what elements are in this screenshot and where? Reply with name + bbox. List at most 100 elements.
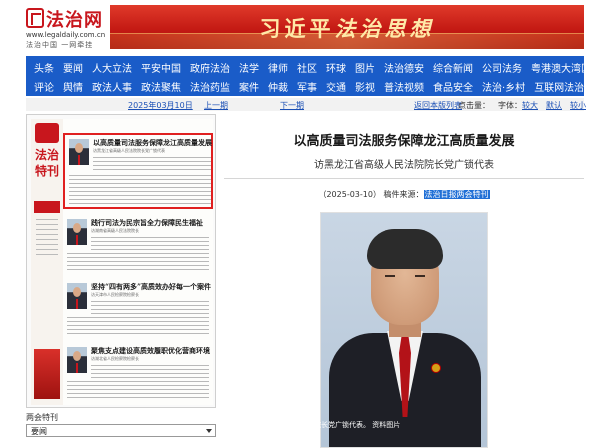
story-text-4b <box>67 381 209 401</box>
photo-caption: 图为黑龙江省高级人民法院院长党广锁代表。 资料图片 <box>230 421 401 429</box>
nav-item-tupian[interactable]: 图片 <box>355 60 375 75</box>
nav-item-yuqing[interactable]: 舆情 <box>63 79 83 94</box>
story-photo-3 <box>67 283 87 309</box>
paper-story-4[interactable]: 聚焦支点建设高质效履职优化营商环境 访湖北省人民检察院检察长 <box>63 343 213 403</box>
article-title: 以高质量司法服务保障龙江高质量发展 <box>293 134 515 149</box>
clicks-label: 点击量： <box>458 101 490 110</box>
nav-row-1: 头条 要闻 人大立法 平安中国 政府法治 法学 律师 社区 环球 图片 法治德安… <box>26 57 591 77</box>
story-photo-2 <box>67 219 87 245</box>
article-source[interactable]: 法治日报两会特刊 <box>423 190 490 199</box>
story-text-1b <box>69 175 211 207</box>
masthead-text-lines <box>36 219 58 259</box>
nav-item-gongsi[interactable]: 公司法务 <box>482 60 522 75</box>
article-subtitle: 访黑龙江省高级人民法院院长党广锁代表 <box>314 160 494 171</box>
nav-item-junshi[interactable]: 军事 <box>297 79 317 94</box>
masthead-bottom-decoration <box>34 349 60 399</box>
chevron-down-icon <box>206 429 212 433</box>
font-size-label: 字体： <box>498 101 522 110</box>
next-issue-link[interactable]: 下一期 <box>280 100 304 111</box>
nav-item-yingshi[interactable]: 影视 <box>355 79 375 94</box>
nav-item-jujiao[interactable]: 政法聚焦 <box>141 79 181 94</box>
nav-row-2: 评论 舆情 政法人事 政法聚焦 法治药监 案件 仲裁 军事 交通 影视 普法视频… <box>26 76 584 96</box>
nav-item-faxue[interactable]: 法学 <box>239 60 259 75</box>
nav-item-shequ[interactable]: 社区 <box>297 60 317 75</box>
paper-story-3[interactable]: 坚持“四有两多”高质效办好每一个案件 访天津市人民检察院检察长 <box>63 279 213 339</box>
site-header: 法治网 www.legaldaily.com.cn 法治中国 一网牵挂 习近平法… <box>26 0 584 52</box>
nav-item-toutiao[interactable]: 头条 <box>34 60 54 75</box>
nav-item-anjian[interactable]: 案件 <box>239 79 259 94</box>
section-label: 两会特刊 <box>26 413 58 422</box>
masthead-strip: 法治特刊 <box>31 119 63 405</box>
story-sub-1: 访黑龙江省高级人民法院院长党广锁代表 <box>93 148 165 153</box>
article-source-label: 稿件来源： <box>383 190 424 199</box>
back-to-list-link[interactable]: 返回本版列表 <box>414 100 462 111</box>
photo-hair <box>367 229 443 269</box>
story-title-4: 聚焦支点建设高质效履职优化营商环境 <box>91 346 210 355</box>
logo-slogan: 法治中国 一网牵挂 <box>26 41 94 49</box>
nav-item-dawanqu[interactable]: 粤港澳大湾区 <box>531 60 591 75</box>
masthead-logo-icon <box>35 123 59 143</box>
newspaper-page-preview: 法治特刊 以高质量司法服务保障龙江高质量发展 访黑龙江省高级人民法院院长党广锁代… <box>26 114 216 408</box>
logo-url: www.legaldaily.com.cn <box>26 31 106 39</box>
article: 以高质量司法服务保障龙江高质量发展 访黑龙江省高级人民法院院长党广锁代表 （20… <box>224 114 584 448</box>
header-banner[interactable]: 习近平法治思想 <box>110 5 584 49</box>
paper-story-2[interactable]: 践行司法为民宗旨全力保障民生福祉 访湖南省高级人民法院院长 <box>63 215 213 275</box>
font-default-link[interactable]: 默认 <box>546 100 562 111</box>
story-text-3b <box>67 317 209 337</box>
main-nav: 头条 要闻 人大立法 平安中国 政府法治 法学 律师 社区 环球 图片 法治德安… <box>26 56 591 96</box>
story-text-4a <box>91 365 209 379</box>
nav-item-zhengfu[interactable]: 政府法治 <box>190 60 230 75</box>
site-logo[interactable]: 法治网 www.legaldaily.com.cn 法治中国 一网牵挂 <box>26 6 106 50</box>
banner-title-a: 习近平 <box>259 16 335 41</box>
page-select[interactable]: 要闻 <box>26 424 216 437</box>
story-title-1: 以高质量司法服务保障龙江高质量发展 <box>93 138 212 147</box>
nav-item-pingan[interactable]: 平安中国 <box>141 60 181 75</box>
nav-item-lvshi[interactable]: 律师 <box>268 60 288 75</box>
logo-title: 法治网 <box>46 10 103 31</box>
article-meta: （2025-03-10） 稿件来源：法治日报两会特刊 <box>224 189 584 200</box>
nav-item-dean[interactable]: 法治德安 <box>384 60 424 75</box>
nav-item-xiangcun[interactable]: 法治·乡村 <box>482 79 525 94</box>
prev-issue-link[interactable]: 上一期 <box>204 100 228 111</box>
story-sub-4: 访湖北省人民检察院检察长 <box>91 356 139 361</box>
banner-title: 习近平法治思想 <box>110 13 584 43</box>
story-title-2: 践行司法为民宗旨全力保障民生福祉 <box>91 218 203 227</box>
nav-item-renda[interactable]: 人大立法 <box>92 60 132 75</box>
article-date: （2025-03-10） <box>318 190 381 199</box>
page-select-value: 要闻 <box>31 427 47 436</box>
story-sub-3: 访天津市人民检察院检察长 <box>91 292 139 297</box>
story-photo-1 <box>69 139 89 165</box>
font-large-link[interactable]: 较大 <box>522 100 538 111</box>
font-small-link[interactable]: 较小 <box>570 100 586 111</box>
photo-eye-right <box>415 275 425 277</box>
story-title-3: 坚持“四有两多”高质效办好每一个案件 <box>91 282 211 291</box>
logo-mark-icon <box>26 8 44 28</box>
nav-item-jiaotong[interactable]: 交通 <box>326 79 346 94</box>
banner-title-b: 法治思想 <box>334 16 435 41</box>
newspaper-page: 法治特刊 以高质量司法服务保障龙江高质量发展 访黑龙江省高级人民法院院长党广锁代… <box>31 119 213 405</box>
photo-badge-icon <box>431 363 441 373</box>
issue-date[interactable]: 2025年03月10日 <box>128 100 193 111</box>
nav-item-zhongcai[interactable]: 仲裁 <box>268 79 288 94</box>
nav-item-yaojian[interactable]: 法治药监 <box>190 79 230 94</box>
nav-item-renshi[interactable]: 政法人事 <box>92 79 132 94</box>
nav-item-zonghe[interactable]: 综合新闻 <box>433 60 473 75</box>
nav-item-hulianwang[interactable]: 互联网法治 <box>534 79 584 94</box>
masthead-red-band <box>34 201 60 213</box>
story-text-2a <box>91 237 209 251</box>
nav-item-pufa[interactable]: 普法视频 <box>384 79 424 94</box>
nav-item-pinglun[interactable]: 评论 <box>34 79 54 94</box>
issue-info-bar: 2025年03月10日 上一期 下一期 返回本版列表 点击量： 字体： 较大 默… <box>26 98 586 111</box>
nav-item-yaowen[interactable]: 要闻 <box>63 60 83 75</box>
photo-eye-left <box>385 275 395 277</box>
story-text-1a <box>93 157 211 173</box>
story-text-3a <box>91 301 209 315</box>
nav-item-shipin[interactable]: 食品安全 <box>433 79 473 94</box>
paper-story-1-selected[interactable]: 以高质量司法服务保障龙江高质量发展 访黑龙江省高级人民法院院长党广锁代表 <box>63 133 213 209</box>
nav-item-huanqiu[interactable]: 环球 <box>326 60 346 75</box>
story-sub-2: 访湖南省高级人民法院院长 <box>91 228 139 233</box>
article-photo <box>320 212 488 448</box>
article-divider <box>224 178 584 179</box>
story-photo-4 <box>67 347 87 373</box>
masthead-title: 法治特刊 <box>34 148 59 178</box>
